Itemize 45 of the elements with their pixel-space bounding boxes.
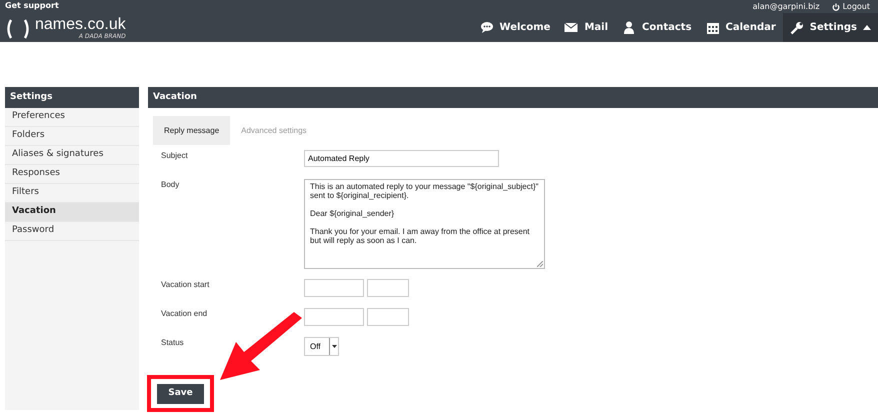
caret-down-icon <box>332 345 336 348</box>
body-paragraph: Dear ${original_sender} <box>310 209 396 218</box>
field-label: Subject <box>161 150 189 162</box>
sidebar-item[interactable]: Aliases & signatures <box>5 146 139 165</box>
field-label: Vacation end <box>161 308 208 320</box>
wrench-icon <box>790 20 804 34</box>
sidebar-item[interactable]: Vacation <box>5 203 139 222</box>
subject-field[interactable]: Automated Reply <box>304 150 499 167</box>
highlight-frame <box>147 375 214 412</box>
sidebar-item[interactable]: Password <box>5 222 139 241</box>
logout-link[interactable]: Logout <box>832 0 870 12</box>
sidebar-item[interactable]: Folders <box>5 127 139 146</box>
logo-brackets-icon <box>5 18 31 38</box>
field-label: Vacation start <box>161 279 210 291</box>
logo-name: names.co.uk <box>35 17 126 33</box>
sidebar-item[interactable]: Preferences <box>5 108 139 127</box>
calendar-icon <box>706 20 720 34</box>
body-paragraph: This is an automated reply to your message "${original_subject}" sent to ${original_recipient}. <box>310 182 539 200</box>
time-field[interactable] <box>367 279 409 297</box>
panel-title: Vacation <box>148 87 878 108</box>
body-text-area[interactable] <box>304 179 545 269</box>
nav-tab[interactable]: Contacts <box>615 13 699 42</box>
field-label: Body <box>161 179 180 191</box>
sidebar-item[interactable]: Responses <box>5 165 139 184</box>
nav-tab[interactable]: Welcome <box>472 13 558 42</box>
save-button[interactable]: Save <box>157 384 204 404</box>
sidebar-title: Settings <box>5 87 139 108</box>
date-field[interactable] <box>304 308 364 326</box>
tab[interactable]: Reply message <box>153 116 230 145</box>
support-link[interactable]: Get support <box>5 0 126 11</box>
nav-tab[interactable]: Settings <box>782 13 878 42</box>
field-label: Status <box>161 337 185 349</box>
time-field[interactable] <box>367 308 409 326</box>
chat-bubble-icon <box>480 20 494 34</box>
resize-grip-icon <box>537 261 543 267</box>
date-field[interactable] <box>304 279 364 297</box>
person-icon <box>622 20 636 34</box>
nav-tab[interactable]: Mail <box>557 13 615 42</box>
user-email: alan@garpini.biz <box>752 0 820 12</box>
caret-up-icon <box>863 25 871 30</box>
body-paragraph: Thank you for your email. I am away from the office at present but will reply as soon as I can. <box>310 227 531 245</box>
envelope-icon <box>564 20 578 34</box>
status-dropdown[interactable]: Off <box>304 337 339 356</box>
power-icon <box>832 2 840 10</box>
nav-tab[interactable]: Calendar <box>698 13 783 42</box>
